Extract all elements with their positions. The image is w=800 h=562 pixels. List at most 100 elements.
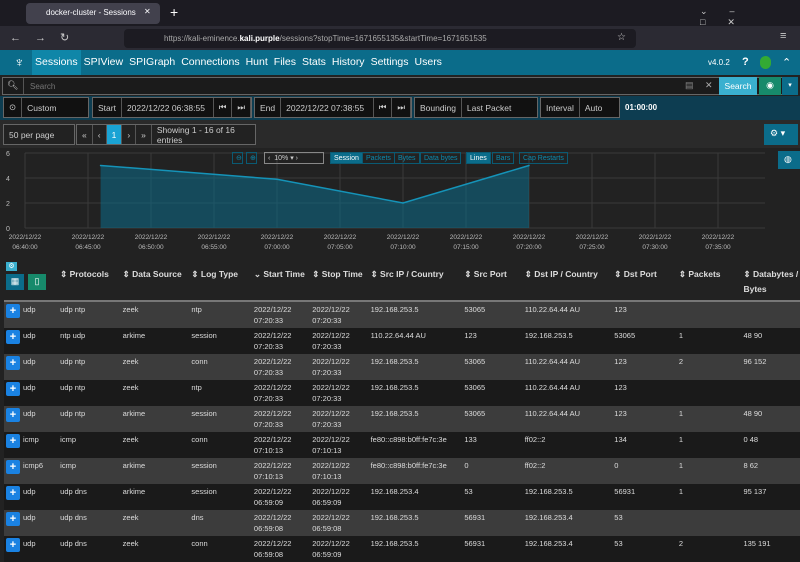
type-packets[interactable]: Packets [362,152,395,164]
expand-row-button[interactable]: + [6,486,20,500]
cell: zeek [120,354,190,380]
protocol: udp [23,487,36,496]
search-input[interactable] [23,78,678,94]
x-tick-date: 2022/12/22 [576,234,609,241]
arkime-owl-logo[interactable]: ♆ [14,54,25,70]
help-icon[interactable]: ? [742,56,749,68]
zoom-out-icon[interactable]: ⊖ [232,152,243,164]
nav-spiview[interactable]: SPIView [81,50,127,75]
clear-icon[interactable]: ✕ [705,80,713,91]
column-header[interactable]: ⇕ Dst IP / Country [522,264,613,302]
end-next-icon[interactable]: ⏭ [392,98,411,117]
nav-history[interactable]: History [329,50,368,75]
nav-sessions[interactable]: Sessions [32,50,81,75]
expand-row-button[interactable]: + [6,382,20,396]
close-tab-icon[interactable]: ✕ [144,7,151,16]
cap-restarts[interactable]: Cap Restarts [519,152,568,164]
column-header[interactable]: ⇕ Data Source [120,264,190,302]
url-bar[interactable]: https://kali-eminence.kali.purple/sessio… [124,29,636,48]
end-time-field[interactable]: End 2022/12/22 07:38:55 ⏮ ⏭ [254,97,412,118]
nav-users[interactable]: Users [412,50,445,75]
expand-row-button[interactable]: + [6,408,20,422]
column-header[interactable]: ⌄ Start Time [251,264,311,302]
prev-page[interactable]: ‹ [93,125,107,144]
column-header[interactable]: ⇕ Src IP / Country [368,264,463,302]
expand-row-button[interactable]: + [6,512,20,526]
browser-tab[interactable]: docker-cluster - Sessions ✕ [26,3,160,24]
protocol: udp [23,305,36,314]
table-row[interactable]: + udp udp dns zeek conn 2022/12/22 06:59:08 20… [4,536,800,562]
table-row[interactable]: + icmp6 icmp arkime session 2022/12/22 07:10:… [4,458,800,484]
expand-row-button[interactable]: + [6,304,20,318]
view-eye-icon[interactable]: ◉ [759,77,781,95]
nav-files[interactable]: Files [271,50,299,75]
end-prev-icon[interactable]: ⏮ [374,98,393,117]
settings-gear-icon[interactable]: ⚙ ▾ [764,124,798,145]
first-page[interactable]: « [77,125,93,144]
column-header[interactable]: ⇕ Stop Time [310,264,369,302]
expand-row-button[interactable]: + [6,538,20,552]
type-session[interactable]: Session [330,152,363,164]
page-1[interactable]: 1 [106,125,123,144]
expand-row-button[interactable]: + [6,434,20,448]
last-page[interactable]: » [136,125,152,144]
table-row[interactable]: + udp udp ntp zeek conn 2022/12/22 07:20:33 20… [4,354,800,380]
cell: 1 [676,484,742,510]
column-header[interactable]: ⇕ Src Port [462,264,523,302]
nav-stats[interactable]: Stats [299,50,329,75]
cell: 110.22.64.44 AU [522,406,613,432]
window-controls[interactable]: ⌄–□✕ [700,6,800,28]
style-bars[interactable]: Bars [492,152,515,164]
nav-connections[interactable]: Connections [178,50,242,75]
table-row[interactable]: + udp udp dns zeek dns 2022/12/22 06:59:08 202… [4,510,800,536]
start-time-field[interactable]: Start 2022/12/22 06:38:55 ⏮ ⏭ [92,97,252,118]
next-page[interactable]: › [122,125,137,144]
start-prev-icon[interactable]: ⏮ [214,98,233,117]
end-value[interactable]: 2022/12/22 07:38:55 [281,98,374,117]
zoom-step-select[interactable]: ‹ 10% ▾ › [264,152,324,164]
x-tick-date: 2022/12/22 [702,234,735,241]
column-header[interactable]: ⇕ Log Type [189,264,252,302]
expand-row-button[interactable]: + [6,460,20,474]
style-lines[interactable]: Lines [466,152,491,164]
interval-select[interactable]: Interval Auto [540,97,620,118]
type-bytes[interactable]: Bytes [394,152,420,164]
search-button[interactable]: Search [719,77,757,95]
column-header[interactable]: ⇕ Packets [676,264,742,302]
actions-dropdown[interactable]: ▾ [782,77,798,95]
nav-spigraph[interactable]: SPIGraph [126,50,178,75]
time-controls: ⊙ Custom Start 2022/12/22 06:38:55 ⏮ ⏭ End 20… [0,96,800,120]
table-row[interactable]: + udp udp ntp zeek ntp 2022/12/22 07:20:33 202… [4,301,800,328]
bookmark-star-icon[interactable]: ☆ [617,32,626,43]
per-page-select[interactable]: 50 per page [3,124,75,145]
column-header[interactable]: ⇕ Databytes / Bytes [741,264,800,302]
cell: session [189,484,252,510]
table-row[interactable]: + udp ntp udp arkime session 2022/12/22 07:20… [4,328,800,354]
menu-icon[interactable]: ≡ [780,30,786,42]
type-databytes[interactable]: Data bytes [420,152,462,164]
expand-row-button[interactable]: + [6,356,20,370]
time-range-select[interactable]: ⊙ Custom [3,97,89,118]
column-label: Dst Port [623,269,657,279]
cell: 123 [612,406,677,432]
nav-settings[interactable]: Settings [368,50,412,75]
table-row[interactable]: + udp udp ntp arkime session 2022/12/22 07:20… [4,406,800,432]
zoom-in-icon[interactable]: ⊕ [246,152,257,164]
nav-buttons[interactable]: ←→↻ [10,31,83,44]
y-tick-label: 6 [6,151,10,158]
table-row[interactable]: + udp udp dns arkime session 2022/12/22 06:59… [4,484,800,510]
column-header[interactable]: ⇕ Protocols [58,264,121,302]
table-row[interactable]: + udp udp ntp zeek ntp 2022/12/22 07:20:33 202… [4,380,800,406]
column-header[interactable]: ⇕ Dst Port [612,264,677,302]
start-value[interactable]: 2022/12/22 06:38:55 [122,98,214,117]
bounding-select[interactable]: Bounding Last Packet [414,97,538,118]
save-icon[interactable]: ▤ [685,80,694,91]
map-globe-icon[interactable]: ◍ [778,151,800,169]
expand-row-button[interactable]: + [6,330,20,344]
start-next-icon[interactable]: ⏭ [232,98,251,117]
new-tab-icon[interactable]: + [170,4,178,20]
nav-hunt[interactable]: Hunt [243,50,271,75]
table-row[interactable]: + icmp icmp zeek conn 2022/12/22 07:10:13 2022… [4,432,800,458]
toggle-icon[interactable]: ⌃ [782,56,791,69]
status-icon[interactable] [760,56,771,69]
